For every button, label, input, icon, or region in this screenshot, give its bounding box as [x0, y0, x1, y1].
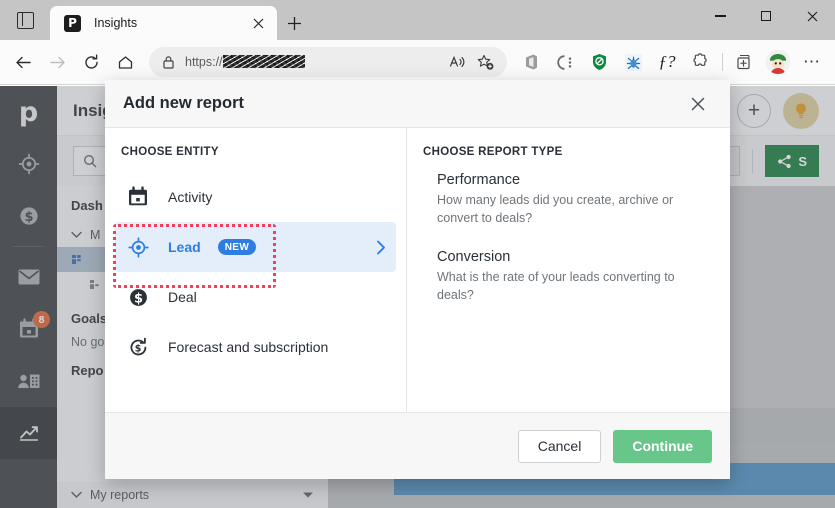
office-icon[interactable]	[514, 45, 548, 79]
add-favorite-icon[interactable]	[471, 48, 499, 76]
choose-entity-panel: CHOOSE ENTITY Activity Lead NEW $ Deal $…	[105, 128, 407, 412]
cancel-button[interactable]: Cancel	[517, 429, 602, 463]
modal-body: CHOOSE ENTITY Activity Lead NEW $ Deal $…	[105, 128, 730, 412]
url-prefix: https://	[185, 55, 223, 69]
continue-button[interactable]: Continue	[613, 429, 712, 463]
shield-adblock-icon[interactable]	[582, 45, 616, 79]
new-badge: NEW	[217, 239, 257, 255]
home-button[interactable]	[108, 45, 142, 79]
window-controls	[697, 0, 835, 40]
address-bar-actions	[443, 48, 499, 76]
report-type-conversion[interactable]: Conversion What is the rate of your lead…	[407, 249, 730, 304]
split-screen-icon	[16, 11, 34, 29]
entity-label-lead: Lead	[168, 239, 201, 255]
citrix-icon[interactable]	[548, 45, 582, 79]
chevron-right-icon[interactable]	[376, 240, 386, 255]
extension-icons: ƒ? ⋯	[514, 45, 829, 79]
url-redacted-block	[222, 55, 305, 68]
new-tab-button[interactable]	[277, 6, 311, 40]
tab-close-icon[interactable]	[247, 12, 269, 34]
more-options-icon[interactable]: ⋯	[795, 45, 829, 79]
report-type-performance[interactable]: Performance How many leads did you creat…	[407, 172, 730, 227]
modal-title: Add new report	[123, 94, 245, 112]
browser-titlebar: P Insights	[0, 0, 835, 40]
choose-report-type-panel: CHOOSE REPORT TYPE Performance How many …	[407, 128, 730, 412]
window-close-button[interactable]	[789, 0, 835, 32]
choose-entity-label: CHOOSE ENTITY	[121, 146, 219, 158]
entity-row-forecast[interactable]: $ Forecast and subscription	[115, 322, 396, 372]
forecast-refresh-icon: $	[125, 334, 151, 360]
report-type-title-conversion: Conversion	[437, 249, 511, 266]
add-new-report-modal: Add new report CHOOSE ENTITY Activity Le…	[105, 80, 730, 479]
browser-window: P Insights https:// ƒ? ⋯ p $ 8 + S Dash …	[0, 0, 835, 508]
extensions-puzzle-icon[interactable]	[684, 45, 718, 79]
entity-label-forecast: Forecast and subscription	[168, 339, 329, 355]
read-aloud-icon[interactable]	[443, 48, 471, 76]
window-maximize-button[interactable]	[743, 0, 789, 32]
tab-favicon-icon: P	[64, 14, 81, 32]
report-type-desc-conversion: What is the rate of your leads convertin…	[437, 270, 675, 303]
entity-row-activity[interactable]: Activity	[115, 172, 396, 222]
modal-footer: Cancel Continue	[105, 412, 730, 479]
avatar[interactable]	[766, 50, 790, 74]
calendar-icon	[125, 184, 151, 210]
window-minimize-button[interactable]	[697, 0, 743, 32]
entity-label-activity: Activity	[168, 189, 213, 205]
close-icon[interactable]	[684, 90, 712, 118]
tab-title: Insights	[94, 16, 138, 30]
entity-row-deal[interactable]: $ Deal	[115, 272, 396, 322]
toolbar-divider	[722, 53, 723, 71]
entity-row-lead[interactable]: Lead NEW	[115, 222, 396, 272]
lock-icon	[157, 55, 179, 69]
report-type-desc-performance: How many leads did you create, archive o…	[437, 193, 674, 226]
modal-header: Add new report	[105, 80, 730, 128]
svg-text:$: $	[134, 343, 141, 354]
report-type-title-performance: Performance	[437, 172, 521, 188]
url-text: https://	[185, 55, 305, 69]
collections-icon[interactable]	[727, 45, 761, 79]
reload-button[interactable]	[74, 45, 108, 79]
tab-actions-button[interactable]	[0, 0, 50, 40]
browser-toolbar: https:// ƒ? ⋯	[0, 40, 835, 85]
address-bar[interactable]: https://	[149, 47, 507, 77]
back-button[interactable]	[6, 45, 40, 79]
dollar-coin-icon: $	[125, 284, 151, 310]
choose-report-type-label: CHOOSE REPORT TYPE	[423, 146, 563, 158]
function-f-question-icon[interactable]: ƒ?	[650, 45, 684, 79]
entity-label-deal: Deal	[168, 289, 197, 305]
forward-button[interactable]	[40, 45, 74, 79]
browser-tab[interactable]: P Insights	[50, 6, 277, 40]
bug-icon[interactable]	[616, 45, 650, 79]
svg-text:$: $	[133, 291, 142, 306]
target-icon	[125, 234, 151, 260]
